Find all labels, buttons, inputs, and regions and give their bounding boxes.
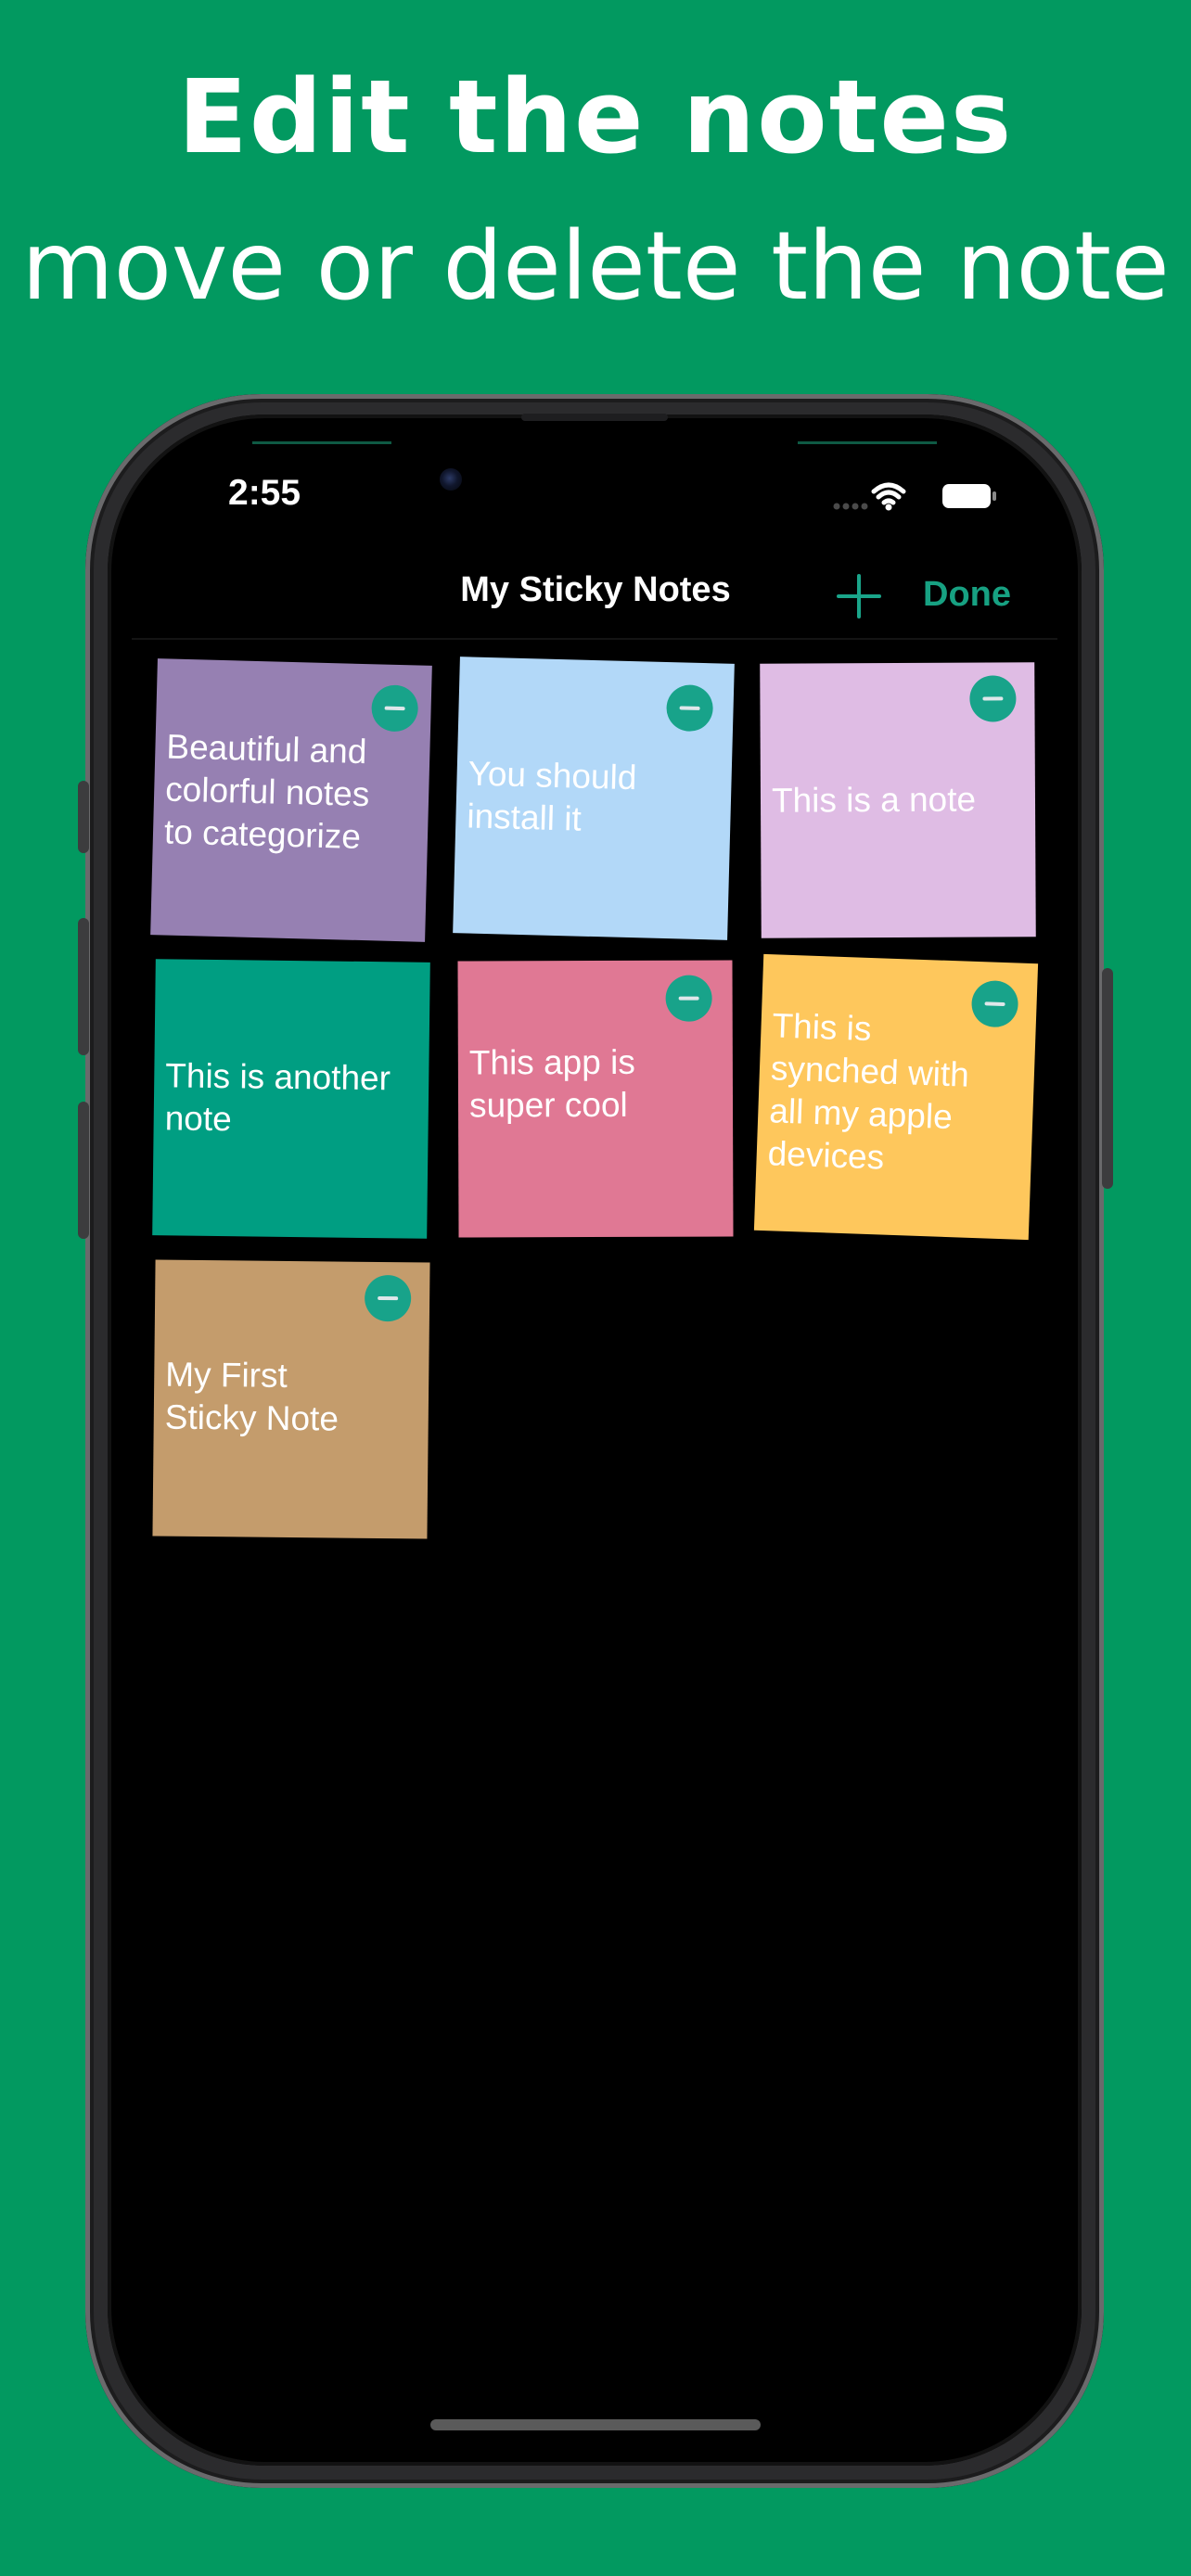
front-camera-icon bbox=[440, 468, 462, 491]
note-card[interactable]: This app is super cool bbox=[457, 960, 734, 1238]
battery-icon bbox=[942, 484, 996, 508]
note-text: This is a note bbox=[771, 780, 977, 820]
nav-title: My Sticky Notes bbox=[460, 570, 731, 609]
note-text: You should install it bbox=[466, 754, 637, 838]
mute-switch bbox=[78, 781, 89, 853]
note-text: This is synched with all my apple device… bbox=[767, 1006, 970, 1177]
home-indicator[interactable] bbox=[430, 2419, 761, 2430]
promo-subtitle: move or delete the note bbox=[21, 211, 1170, 322]
nav-divider bbox=[132, 638, 1057, 640]
note-text: My First Sticky Note bbox=[164, 1355, 339, 1438]
delete-note-button[interactable] bbox=[665, 684, 714, 733]
done-button[interactable]: Done bbox=[923, 575, 1011, 615]
speaker-grill bbox=[521, 414, 668, 421]
note-text: Beautiful and colorful notes to categori… bbox=[163, 727, 370, 856]
note-card[interactable]: You should install it bbox=[453, 657, 735, 940]
note-text: This is another note bbox=[164, 1056, 391, 1139]
delete-note-button[interactable] bbox=[364, 1274, 412, 1322]
volume-up-button bbox=[78, 918, 89, 1055]
note-text: This app is super cool bbox=[468, 1042, 635, 1125]
delete-note-button[interactable] bbox=[969, 675, 1017, 722]
volume-down-button bbox=[78, 1102, 89, 1239]
delete-note-button[interactable] bbox=[370, 684, 419, 733]
note-card[interactable]: This is synched with all my apple device… bbox=[753, 953, 1039, 1241]
antenna-line-left bbox=[252, 441, 391, 444]
promo-title: Edit the notes bbox=[177, 57, 1014, 176]
status-time: 2:55 bbox=[228, 473, 301, 513]
power-button bbox=[1102, 968, 1113, 1189]
note-card[interactable]: Beautiful and colorful notes to categori… bbox=[150, 658, 432, 942]
note-card[interactable]: This is another note bbox=[152, 959, 430, 1239]
antenna-line-right bbox=[798, 441, 937, 444]
delete-note-button[interactable] bbox=[970, 979, 1019, 1028]
wifi-icon bbox=[871, 482, 906, 505]
delete-note-button[interactable] bbox=[665, 975, 712, 1022]
signal-dots-icon bbox=[833, 503, 868, 510]
add-note-button[interactable] bbox=[833, 570, 885, 622]
status-icons bbox=[833, 477, 1000, 514]
plus-icon bbox=[837, 574, 881, 618]
note-card[interactable]: This is a note bbox=[760, 662, 1036, 938]
note-card[interactable]: My First Sticky Note bbox=[152, 1259, 430, 1539]
